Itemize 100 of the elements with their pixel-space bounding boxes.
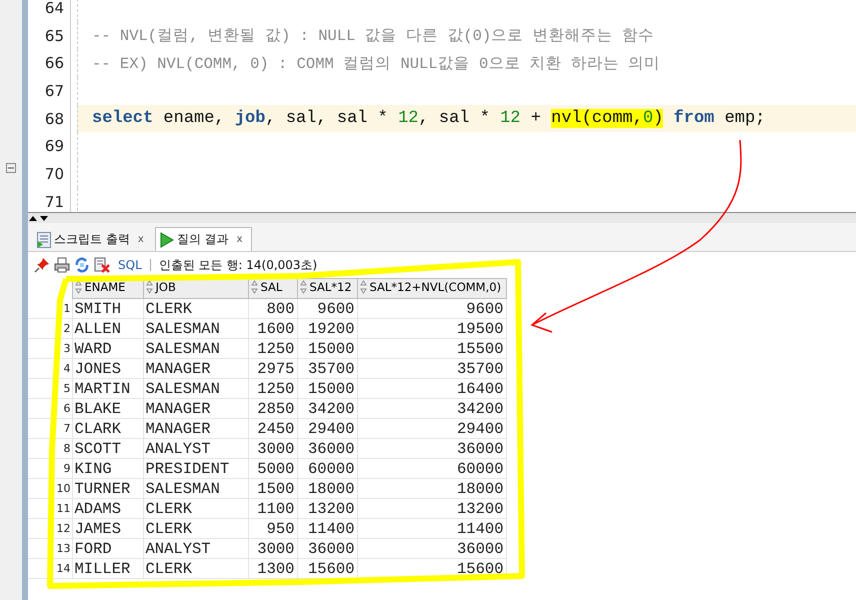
code-token: emp;	[724, 109, 766, 128]
table-cell: SCOTT	[72, 438, 143, 458]
table-cell: ADAMS	[72, 498, 143, 518]
table-cell: 15000	[297, 338, 357, 358]
table-cell: 60000	[297, 458, 357, 478]
table-cell: CLERK	[143, 298, 248, 318]
code-token: select	[92, 109, 154, 128]
sql-link[interactable]: SQL	[118, 258, 142, 272]
row-number: 3	[28, 338, 72, 358]
column-header[interactable]: SAL*12+NVL(COMM,0)	[357, 278, 506, 298]
code-token: from	[672, 109, 714, 128]
refresh-icon[interactable]	[74, 257, 90, 273]
table-cell: 5000	[248, 458, 297, 478]
table-cell: 2450	[248, 418, 297, 438]
table-cell: 36000	[357, 438, 506, 458]
code-token: job	[234, 109, 266, 128]
table-cell: 15600	[357, 558, 506, 578]
table-cell: 11400	[297, 518, 357, 538]
table-cell: 1500	[248, 478, 297, 498]
table-cell: ANALYST	[143, 538, 248, 558]
sort-icon	[360, 280, 366, 294]
row-number: 7	[28, 418, 72, 438]
table-cell: 35700	[297, 358, 357, 378]
table-cell: 16400	[357, 378, 506, 398]
fetch-status: 인출된 모든 행: 14(0,003초)	[158, 256, 318, 274]
table-cell: MILLER	[72, 558, 143, 578]
table-cell: 60000	[357, 458, 506, 478]
table-cell: MANAGER	[143, 358, 248, 378]
code-token: 12	[398, 109, 418, 128]
table-cell: MANAGER	[143, 398, 248, 418]
table-cell: CLARK	[72, 418, 143, 438]
table-cell: CLERK	[143, 498, 248, 518]
row-number: 14	[28, 558, 72, 578]
table-cell: ANALYST	[143, 438, 248, 458]
table-cell: 1250	[248, 378, 297, 398]
table-cell: SALESMAN	[143, 318, 248, 338]
table-cell: 34200	[357, 398, 506, 418]
result-tab[interactable]: 스크립트 출력 x	[32, 227, 153, 251]
row-number: 8	[28, 438, 72, 458]
table-cell: 13200	[297, 498, 357, 518]
table-cell: 15600	[297, 558, 357, 578]
row-number: 2	[28, 318, 72, 338]
line-number: 66	[28, 49, 71, 78]
row-number: 5	[28, 378, 72, 398]
table-cell: 11400	[357, 518, 506, 538]
table-cell: 29400	[357, 418, 506, 438]
code-token: )	[653, 109, 664, 128]
table-cell: 1250	[248, 338, 297, 358]
code-comment: -- NVL(컬럼, 변환될 값) : NULL 값을 다른 값(0)으로 변환해주는 함수	[92, 26, 654, 46]
delete-icon[interactable]	[94, 257, 110, 273]
table-cell: 3000	[248, 538, 297, 558]
table-cell: 15000	[297, 378, 357, 398]
table-cell: SMITH	[72, 298, 143, 318]
table-cell: TURNER	[72, 478, 143, 498]
result-tab[interactable]: 질의 결과 x	[154, 227, 252, 251]
row-number: 1	[28, 298, 72, 318]
table-cell: MANAGER	[143, 418, 248, 438]
table-cell: KING	[72, 458, 143, 478]
table-cell: 18000	[297, 478, 357, 498]
code-token: 12	[500, 109, 521, 128]
table-cell: 3000	[248, 438, 297, 458]
line-number: 69	[28, 132, 71, 160]
table-cell: 18000	[357, 478, 506, 498]
code-token: ename,	[162, 109, 226, 128]
sort-icon	[146, 280, 152, 294]
sort-icon	[300, 280, 306, 294]
table-cell: BLAKE	[72, 398, 143, 418]
table-cell: 2975	[248, 358, 297, 378]
line-number: 67	[28, 77, 71, 105]
table-cell: 950	[248, 518, 297, 538]
code-token: +	[530, 109, 542, 128]
minimize-icon[interactable]	[6, 163, 16, 173]
table-cell: 36000	[297, 538, 357, 558]
table-cell: 36000	[297, 438, 357, 458]
collapse-arrows-icon[interactable]	[28, 214, 50, 222]
column-header[interactable]: SAL*12	[297, 278, 357, 298]
sort-icon	[74, 280, 82, 294]
table-cell: 35700	[357, 358, 506, 378]
print-icon[interactable]	[54, 257, 70, 273]
table-cell: CLERK	[143, 558, 248, 578]
table-cell: 29400	[297, 418, 357, 438]
table-cell: 19200	[297, 318, 357, 338]
row-number: 11	[28, 498, 72, 518]
table-cell: 34200	[297, 398, 357, 418]
table-cell: ALLEN	[72, 318, 143, 338]
column-header[interactable]: SAL	[248, 278, 297, 298]
table-cell: PRESIDENT	[143, 458, 248, 478]
line-number: 65	[28, 22, 71, 50]
code-token: nvl(comm,	[551, 109, 643, 128]
table-cell: 36000	[357, 538, 506, 558]
table-cell: 1100	[248, 498, 297, 518]
table-cell: 15500	[357, 338, 506, 358]
table-cell: JAMES	[72, 518, 143, 538]
document-icon	[37, 232, 51, 248]
pin-icon[interactable]	[34, 257, 50, 273]
line-number: 64	[28, 0, 71, 22]
row-number: 4	[28, 358, 72, 378]
row-number: 13	[28, 538, 72, 558]
table-cell: FORD	[72, 538, 143, 558]
table-cell: CLERK	[143, 518, 248, 538]
